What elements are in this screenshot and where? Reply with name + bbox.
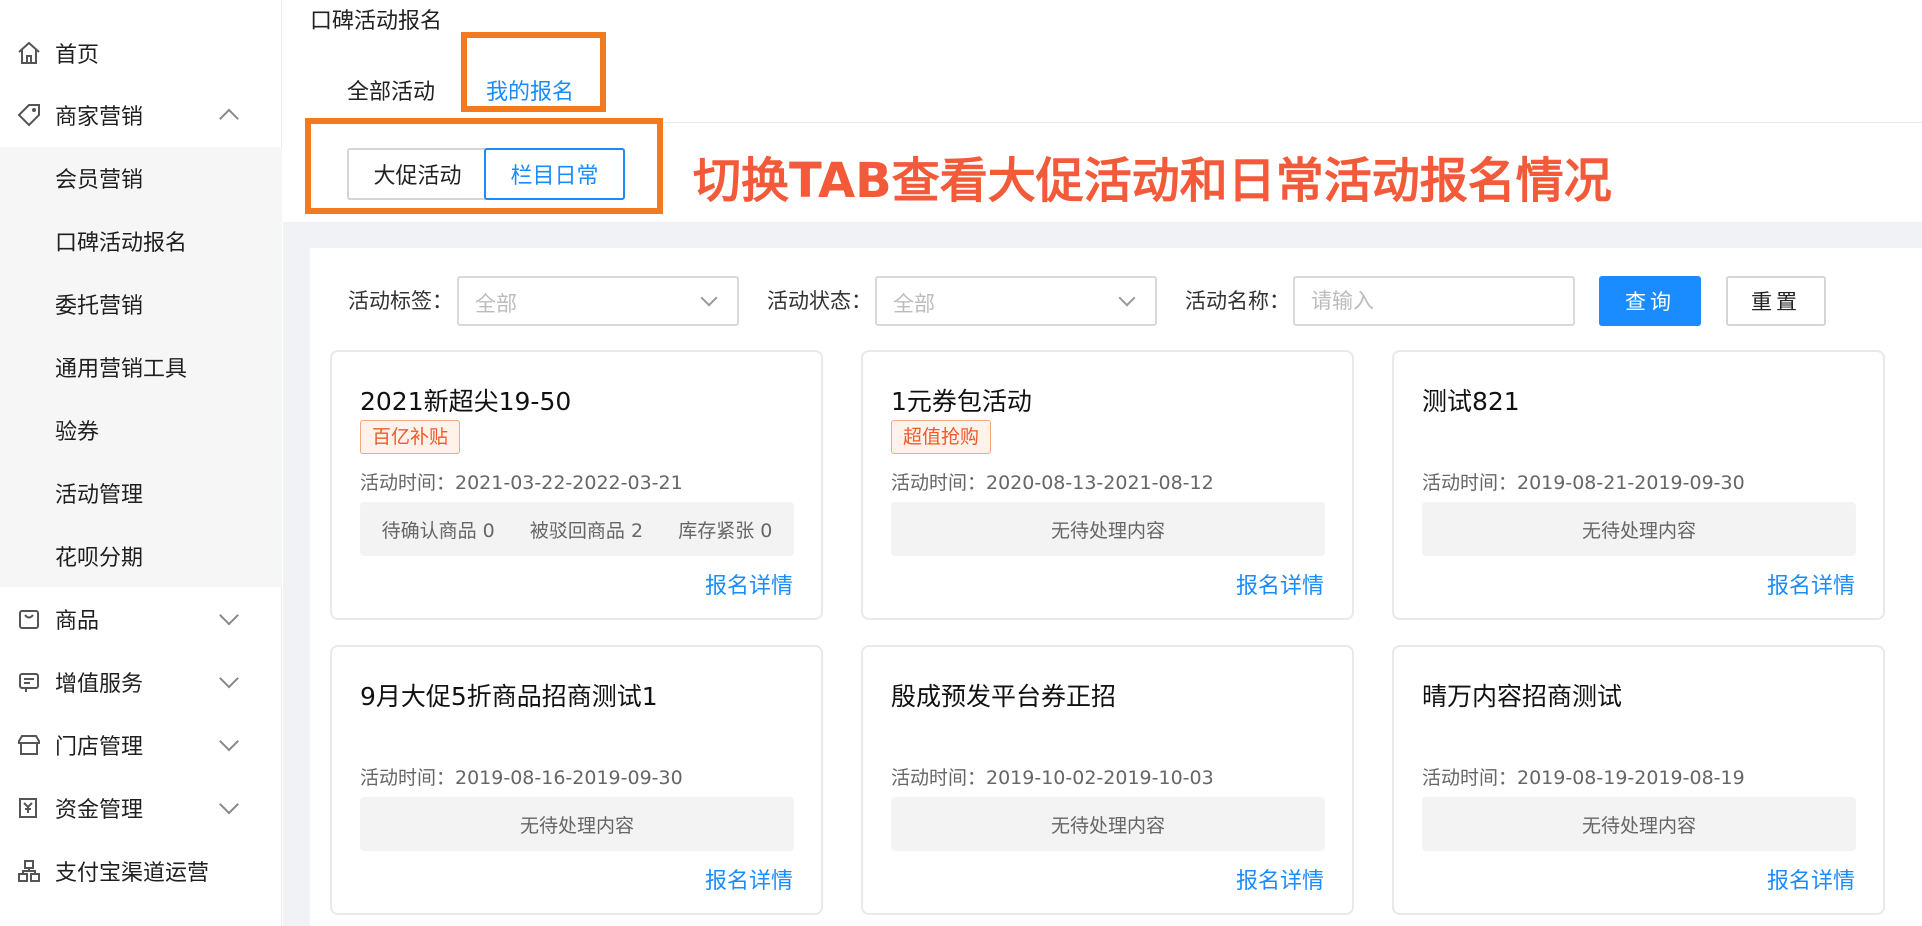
pending-goods-count: 待确认商品 0: [381, 519, 495, 542]
card-title: 2021新超尖19-50: [360, 387, 572, 416]
sidebar-subitem-general-tools[interactable]: 通用营销工具: [0, 336, 282, 398]
sidebar-item-label: 门店管理: [55, 735, 144, 760]
tag-filter-value: 全部: [475, 292, 517, 316]
card-empty-box: 无待处理内容: [360, 797, 794, 851]
bag-icon: [19, 610, 39, 629]
sidebar-subitem-label: 花呗分期: [55, 546, 144, 571]
card-title: 9月大促5折商品招商测试1: [360, 682, 658, 711]
sidebar-subitem-koubei-signup[interactable]: 口碑活动报名: [0, 210, 282, 272]
sidebar-item-label: 增值服务: [55, 672, 144, 697]
sidebar-subitem-label: 会员营销: [55, 168, 144, 193]
tag-icon: [17, 104, 40, 127]
card-title: 1元券包活动: [891, 387, 1032, 416]
card-stats: 待确认商品 0 被驳回商品 2 库存紧张 0: [360, 502, 794, 556]
chevron-down-icon: [219, 605, 239, 626]
activity-card: 晴万内容招商测试 活动时间：2019-08-19-2019-08-19 无待处理…: [1392, 645, 1885, 915]
signup-detail-link[interactable]: 报名详情: [705, 568, 793, 600]
status-filter-value: 全部: [893, 292, 935, 316]
chevron-down-icon: [1118, 289, 1136, 307]
tag-filter-label: 活动标签：: [348, 289, 453, 313]
sidebar-item-label: 资金管理: [55, 798, 144, 823]
rejected-goods-count: 被驳回商品 2: [529, 519, 644, 542]
card-time: 活动时间：2021-03-22-2022-03-21: [360, 472, 683, 494]
sidebar-subitem-member-marketing[interactable]: 会员营销: [0, 147, 282, 209]
home-icon: [18, 41, 40, 64]
sidebar-submenu: 会员营销 口碑活动报名 委托营销 通用营销工具 验券 活动管理 花呗分期: [0, 147, 282, 587]
sidebar-subitem-label: 活动管理: [55, 483, 144, 508]
sidebar-subitem-verify-coupon[interactable]: 验券: [0, 399, 282, 461]
page-title: 口碑活动报名: [310, 9, 443, 34]
reset-button[interactable]: 重置: [1726, 276, 1826, 326]
channel-icon: [18, 860, 40, 882]
sidebar-item-label: 支付宝渠道运营: [55, 861, 210, 886]
signup-detail-link[interactable]: 报名详情: [1767, 863, 1855, 895]
content-panel: 活动标签： 全部 活动状态： 全部 活动名称： 查询 重置 2021新超尖19-…: [310, 248, 1922, 926]
chevron-down-icon: [219, 794, 239, 815]
sidebar-subitem-label: 委托营销: [55, 294, 144, 319]
sidebar-item-label: 商家营销: [55, 105, 144, 130]
fund-icon: [19, 798, 37, 818]
chevron-down-icon: [700, 289, 718, 307]
card-title: 殷成预发平台券正招: [891, 682, 1117, 711]
tab-all-activities[interactable]: 全部活动: [347, 74, 435, 106]
signup-detail-link[interactable]: 报名详情: [705, 863, 793, 895]
main-area: 口碑活动报名 全部活动 我的报名 大促活动 栏目日常 切换TAB查看大促活动和日…: [283, 0, 1922, 926]
signup-detail-link[interactable]: 报名详情: [1236, 568, 1324, 600]
card-empty-box: 无待处理内容: [1422, 797, 1856, 851]
card-tag: 超值抢购: [891, 420, 992, 454]
highlight-box-segment: [305, 118, 663, 214]
activity-card: 2021新超尖19-50 百亿补贴 活动时间：2021-03-22-2022-0…: [330, 350, 823, 620]
card-time: 活动时间：2019-08-16-2019-09-30: [360, 767, 683, 789]
sidebar-item-label: 首页: [55, 43, 100, 68]
highlight-box-tab: [461, 32, 606, 112]
activity-card: 测试821 活动时间：2019-08-21-2019-09-30 无待处理内容 …: [1392, 350, 1885, 620]
card-empty-box: 无待处理内容: [891, 797, 1325, 851]
store-icon: [18, 735, 40, 755]
card-time: 活动时间：2020-08-13-2021-08-12: [891, 472, 1214, 494]
name-filter-label: 活动名称：: [1185, 289, 1290, 313]
card-time: 活动时间：2019-08-19-2019-08-19: [1422, 767, 1745, 789]
card-tag: 百亿补贴: [360, 420, 461, 454]
card-empty-box: 无待处理内容: [1422, 502, 1856, 556]
low-stock-count: 库存紧张 0: [678, 519, 773, 542]
sidebar-item-value-added[interactable]: 增值服务: [0, 651, 282, 713]
card-time: 活动时间：2019-08-21-2019-09-30: [1422, 472, 1745, 494]
card-title: 晴万内容招商测试: [1422, 682, 1623, 711]
sidebar-item-funds[interactable]: 资金管理: [0, 777, 282, 839]
signup-detail-link[interactable]: 报名详情: [1767, 568, 1855, 600]
search-button[interactable]: 查询: [1599, 276, 1701, 326]
activity-card: 殷成预发平台券正招 活动时间：2019-10-02-2019-10-03 无待处…: [861, 645, 1354, 915]
card-empty-box: 无待处理内容: [891, 502, 1325, 556]
chevron-down-icon: [219, 668, 239, 689]
sidebar-subitem-label: 验券: [55, 420, 100, 445]
service-icon: [19, 673, 39, 692]
chevron-down-icon: [219, 731, 239, 752]
sidebar-subitem-label: 通用营销工具: [55, 357, 188, 382]
header-panel: 口碑活动报名 全部活动 我的报名 大促活动 栏目日常 切换TAB查看大促活动和日…: [283, 0, 1922, 222]
status-filter-select[interactable]: 全部: [875, 276, 1157, 326]
sidebar-subitem-huabei[interactable]: 花呗分期: [0, 525, 282, 587]
activity-card: 1元券包活动 超值抢购 活动时间：2020-08-13-2021-08-12 无…: [861, 350, 1354, 620]
sidebar-item-store[interactable]: 门店管理: [0, 714, 282, 776]
card-time: 活动时间：2019-10-02-2019-10-03: [891, 767, 1214, 789]
sidebar: 首页 商家营销 会员营销 口碑活动报名 委托营销 通用营销工具 验券 活动管理 …: [0, 0, 282, 926]
sidebar-item-merchant-marketing[interactable]: 商家营销: [0, 84, 282, 146]
card-title: 测试821: [1422, 387, 1520, 416]
signup-detail-link[interactable]: 报名详情: [1236, 863, 1324, 895]
sidebar-item-alipay-channel[interactable]: 支付宝渠道运营: [0, 840, 282, 902]
sidebar-subitem-entrust-marketing[interactable]: 委托营销: [0, 273, 282, 335]
status-filter-label: 活动状态：: [767, 289, 872, 313]
activity-card: 9月大促5折商品招商测试1 活动时间：2019-08-16-2019-09-30…: [330, 645, 823, 915]
sidebar-subitem-activity-management[interactable]: 活动管理: [0, 462, 282, 524]
name-filter-input[interactable]: [1293, 276, 1575, 326]
tag-filter-select[interactable]: 全部: [457, 276, 739, 326]
sidebar-item-goods[interactable]: 商品: [0, 588, 282, 650]
chevron-up-icon: [219, 108, 239, 129]
sidebar-subitem-label: 口碑活动报名: [55, 231, 188, 256]
annotation-text: 切换TAB查看大促活动和日常活动报名情况: [693, 153, 1612, 209]
sidebar-item-label: 商品: [55, 609, 100, 634]
sidebar-item-home[interactable]: 首页: [0, 22, 282, 84]
